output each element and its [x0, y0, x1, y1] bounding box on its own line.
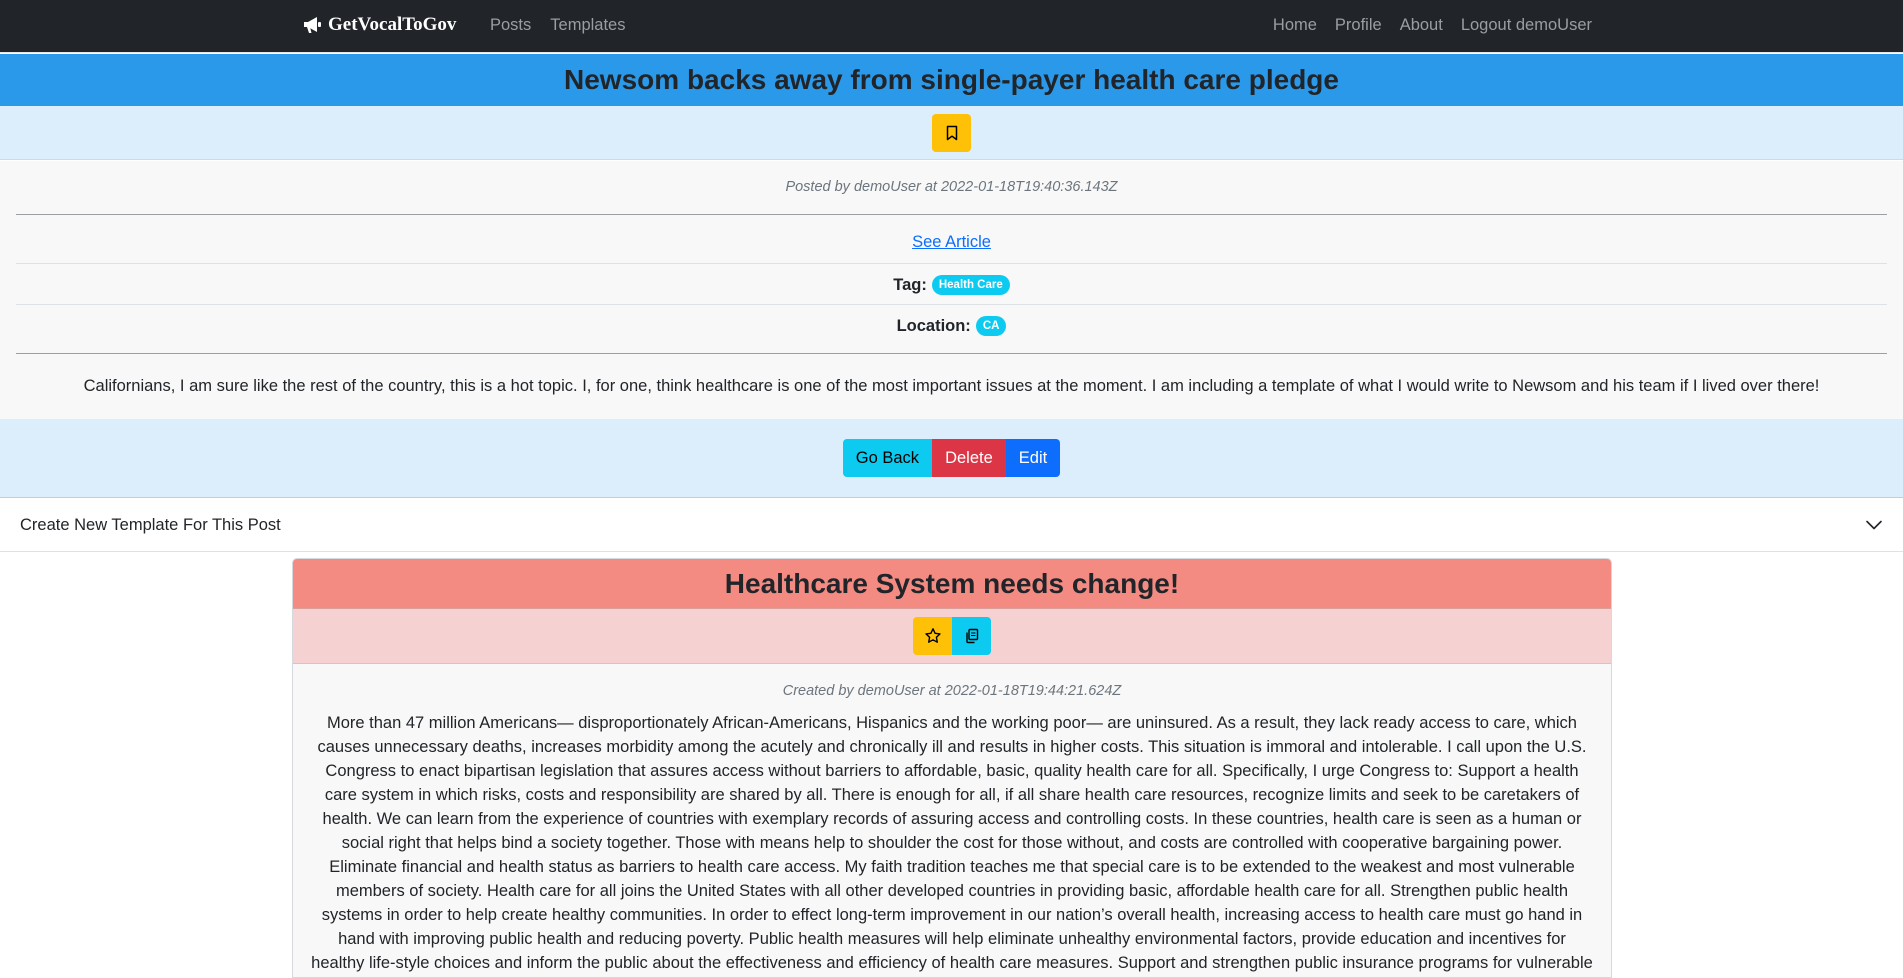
post-title: Newsom backs away from single-payer heal…: [564, 64, 1339, 95]
see-article-link[interactable]: See Article: [912, 233, 991, 252]
template-card-header: Healthcare System needs change!: [293, 559, 1611, 609]
favorite-button[interactable]: [913, 617, 952, 655]
brand-name: GetVocalToGov: [328, 14, 457, 35]
post-button-row: Go Back Delete Edit: [0, 419, 1903, 498]
divider: [16, 263, 1887, 264]
bookmark-icon: [946, 125, 957, 140]
nav-link-about[interactable]: About: [1400, 16, 1443, 35]
star-icon: [924, 628, 941, 643]
tag-label: Tag:: [893, 275, 927, 294]
divider: [16, 214, 1887, 215]
nav-link-logout[interactable]: Logout demoUser: [1461, 16, 1592, 35]
megaphone-icon: [304, 17, 321, 33]
delete-button[interactable]: Delete: [932, 439, 1006, 477]
post-meta: Posted by demoUser at 2022-01-18T19:40:3…: [785, 179, 1118, 195]
post-header: Newsom backs away from single-payer heal…: [0, 54, 1903, 106]
location-row: Location: CA: [0, 316, 1903, 336]
nav-link-templates[interactable]: Templates: [550, 16, 625, 35]
chevron-down-icon: [1866, 520, 1882, 530]
nav-link-profile[interactable]: Profile: [1335, 16, 1382, 35]
tag-row: Tag: Health Care: [0, 275, 1903, 295]
divider: [16, 353, 1887, 354]
accordion-label: Create New Template For This Post: [20, 515, 281, 534]
template-title: Healthcare System needs change!: [724, 567, 1180, 599]
template-card-actions: [293, 609, 1611, 664]
post-actions: [0, 106, 1903, 160]
nav-left: Posts Templates: [490, 16, 625, 35]
template-body: More than 47 million Americans— dispropo…: [311, 714, 1593, 972]
article-row: See Article: [0, 233, 1903, 252]
nav-link-home[interactable]: Home: [1273, 16, 1317, 35]
post-button-group: Go Back Delete Edit: [842, 439, 1061, 477]
nav-right: Home Profile About Logout demoUser: [1273, 16, 1592, 35]
post-body: Posted by demoUser at 2022-01-18T19:40:3…: [0, 161, 1903, 419]
tag-badge: Health Care: [931, 275, 1010, 295]
copy-button[interactable]: [952, 617, 991, 655]
location-badge: CA: [975, 316, 1007, 336]
copy-icon: [965, 628, 978, 644]
navbar: GetVocalToGov Posts Templates Home Profi…: [0, 0, 1903, 53]
template-card: Healthcare System needs change! Created …: [292, 558, 1612, 978]
nav-link-posts[interactable]: Posts: [490, 16, 531, 35]
edit-button[interactable]: Edit: [1005, 439, 1061, 477]
go-back-button[interactable]: Go Back: [842, 439, 933, 477]
post-description: Californians, I am sure like the rest of…: [83, 377, 1820, 395]
divider: [16, 304, 1887, 305]
brand-link[interactable]: GetVocalToGov: [302, 14, 456, 36]
create-template-accordion[interactable]: Create New Template For This Post: [0, 499, 1903, 552]
bookmark-button[interactable]: [932, 113, 971, 152]
location-label: Location:: [896, 316, 971, 335]
template-meta: Created by demoUser at 2022-01-18T19:44:…: [782, 683, 1122, 699]
